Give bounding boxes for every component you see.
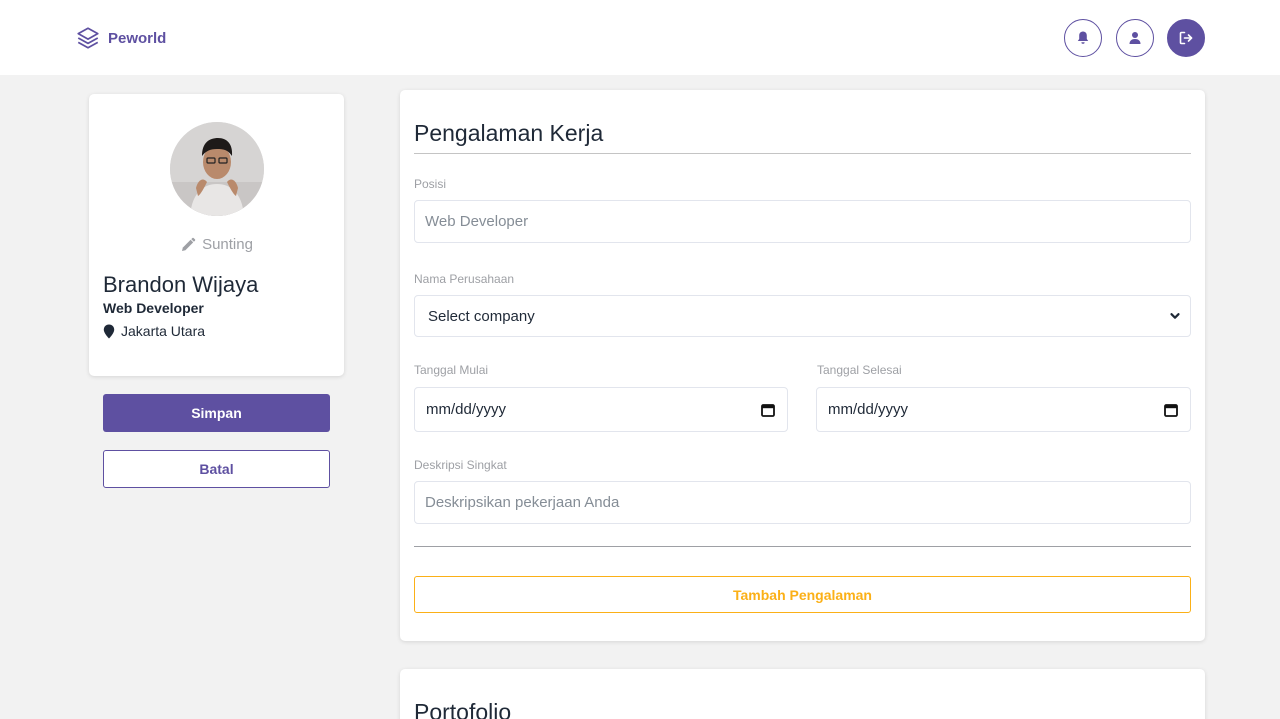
description-placeholder: Deskripsikan pekerjaan Anda <box>425 494 620 511</box>
profile-location: Jakarta Utara <box>103 323 205 339</box>
profile-card: Sunting Brandon Wijaya Web Developer Jak… <box>89 94 344 376</box>
description-label: Deskripsi Singkat <box>414 458 507 472</box>
calendar-icon <box>761 403 775 417</box>
edit-label: Sunting <box>202 236 253 253</box>
position-placeholder: Web Developer <box>425 213 529 230</box>
profile-button[interactable] <box>1116 19 1154 57</box>
work-experience-card: Pengalaman Kerja Posisi Web Developer Na… <box>400 90 1205 641</box>
form-divider <box>414 546 1191 547</box>
profile-job-title: Web Developer <box>103 300 204 316</box>
avatar <box>170 122 264 216</box>
location-text: Jakarta Utara <box>121 323 206 339</box>
logout-button[interactable] <box>1167 19 1205 57</box>
navbar: Peworld <box>0 0 1280 75</box>
add-experience-button[interactable]: Tambah Pengalaman <box>414 576 1191 613</box>
bell-icon <box>1077 31 1089 44</box>
brand-logo-link[interactable]: Peworld <box>75 25 166 51</box>
section-title-experience: Pengalaman Kerja <box>414 120 604 146</box>
user-icon <box>1129 32 1141 44</box>
save-button[interactable]: Simpan <box>103 394 330 432</box>
start-date-label: Tanggal Mulai <box>414 363 489 377</box>
pencil-icon <box>182 237 196 251</box>
company-label: Nama Perusahaan <box>414 272 515 286</box>
section-title-portfolio: Portofolio <box>414 699 512 719</box>
position-label: Posisi <box>414 177 447 191</box>
brand-name: Peworld <box>108 29 167 47</box>
chevron-down-icon <box>1170 313 1180 319</box>
calendar-icon <box>1164 403 1178 417</box>
end-date-input[interactable]: mm/dd/yyyy <box>816 387 1191 432</box>
title-divider <box>414 153 1191 154</box>
profile-name: Brandon Wijaya <box>103 272 259 297</box>
description-input[interactable]: Deskripsikan pekerjaan Anda <box>414 481 1191 524</box>
notification-button[interactable] <box>1064 19 1102 57</box>
logout-icon <box>1179 31 1193 45</box>
company-select[interactable]: Select company <box>414 295 1191 337</box>
portfolio-card: Portofolio <box>400 669 1205 719</box>
start-date-input[interactable]: mm/dd/yyyy <box>414 387 788 432</box>
company-selected-value: Select company <box>428 307 535 325</box>
avatar-photo <box>170 122 264 216</box>
start-date-value: mm/dd/yyyy <box>426 401 507 418</box>
layers-icon <box>77 27 99 49</box>
end-date-value: mm/dd/yyyy <box>828 401 909 418</box>
map-pin-icon <box>103 324 115 338</box>
edit-profile-link[interactable]: Sunting <box>89 236 344 253</box>
cancel-button[interactable]: Batal <box>103 450 330 488</box>
position-input[interactable]: Web Developer <box>414 200 1191 243</box>
end-date-label: Tanggal Selesai <box>817 363 902 377</box>
